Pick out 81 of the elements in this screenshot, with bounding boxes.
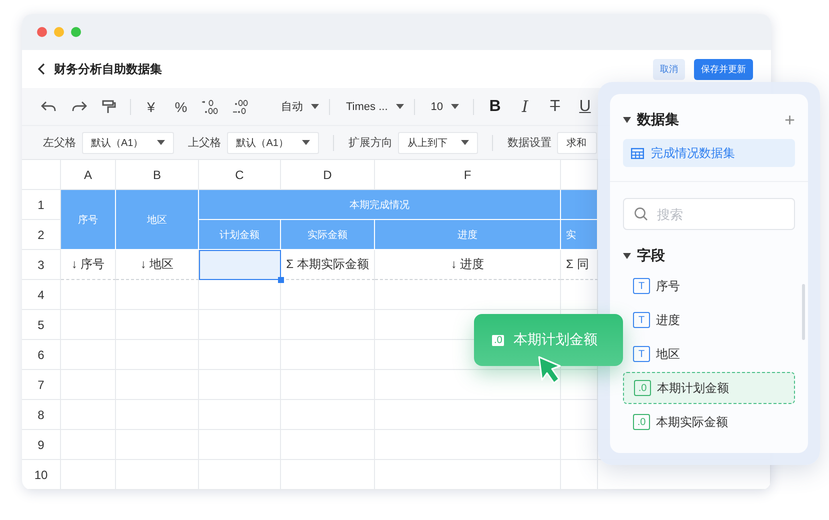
caret-icon [302, 140, 310, 145]
table-header-cell: 地区 [116, 190, 199, 250]
table-header-cell: 实际金额 [281, 220, 375, 250]
page-title: 财务分析自助数据集 [54, 60, 162, 78]
collapse-caret-icon[interactable] [623, 117, 631, 123]
caret-icon [461, 140, 470, 145]
row-number: 6 [22, 340, 61, 370]
row-number: 10 [22, 460, 61, 490]
caret-icon [396, 104, 404, 109]
property-label: 上父格 [188, 136, 222, 150]
select-value: 默认（A1） [236, 136, 288, 150]
decimal-decrease-icon[interactable] [231, 98, 249, 116]
field-item[interactable]: T 进度 [623, 304, 795, 336]
property-select[interactable]: 默认（A1） [82, 132, 174, 154]
save-button[interactable]: 保存并更新 [694, 58, 753, 80]
table-header-cell: 序号 [61, 190, 116, 250]
select-value: 默认（A1） [91, 136, 144, 150]
bold-button[interactable]: B [484, 98, 506, 116]
decimal-increase-icon[interactable] [201, 98, 219, 116]
table-cell: Σ 本期实际金额 [281, 250, 375, 280]
row-number: 8 [22, 400, 61, 430]
caret-icon [311, 104, 319, 109]
row-number: 4 [22, 280, 61, 310]
table-header-cell: 计划金额 [199, 220, 281, 250]
caret-icon [157, 140, 166, 145]
caret-icon [451, 104, 460, 109]
field-type-icon: T [633, 278, 650, 294]
select-value: 自动 [281, 100, 303, 114]
property-select[interactable]: 求和 [557, 132, 598, 154]
underline-button[interactable]: U [574, 98, 596, 116]
font-select[interactable]: Times ... [340, 100, 404, 112]
percent-button[interactable]: % [171, 98, 191, 114]
table-header-cell: 本期完成情况 [199, 190, 561, 220]
property-select[interactable]: 从上到下 [398, 132, 478, 154]
table-cell: ↓ 序号 [61, 250, 116, 280]
field-item[interactable]: .0 本期计划金额 [623, 372, 795, 404]
row-number: 5 [22, 310, 61, 340]
search-icon [634, 207, 648, 221]
table-cell[interactable] [199, 250, 281, 280]
zoom-dot[interactable] [71, 27, 81, 37]
section-title: 字段 [637, 247, 665, 265]
close-dot[interactable] [37, 27, 47, 37]
field-item[interactable]: T 序号 [623, 270, 795, 302]
property-label: 数据设置 [507, 136, 552, 150]
table-header-cell: 进度 [375, 220, 561, 250]
fill-handle[interactable] [278, 277, 284, 283]
select-value: 10 [430, 100, 444, 112]
italic-button[interactable]: I [514, 97, 536, 116]
table-icon [631, 148, 644, 158]
select-value: 从上到下 [407, 136, 448, 150]
table-cell: ↓ 进度 [375, 250, 561, 280]
currency-button[interactable]: ¥ [141, 98, 161, 114]
format-select[interactable]: 自动 [275, 99, 319, 114]
row-number: 7 [22, 370, 61, 400]
table-header-cell: 实 [561, 220, 598, 250]
section-title: 数据集 [637, 111, 679, 129]
property-label: 左父格 [43, 136, 76, 150]
select-value: 求和 [566, 136, 586, 150]
select-value: Times ... [346, 100, 388, 112]
format-painter-icon[interactable] [100, 98, 118, 116]
field-type-icon: .0 [634, 380, 651, 396]
field-type-icon: T [633, 346, 650, 362]
scrollbar[interactable] [802, 284, 805, 340]
table-cell [61, 280, 116, 310]
search-field[interactable]: 搜索 [623, 198, 795, 230]
minimize-dot[interactable] [54, 27, 64, 37]
row-number: 3 [22, 250, 61, 280]
field-item[interactable]: T 地区 [623, 338, 795, 370]
row-number: 9 [22, 430, 61, 460]
strike-button[interactable]: T [544, 98, 566, 116]
field-type-icon: .0 [492, 334, 504, 346]
cancel-button[interactable]: 取消 [653, 58, 685, 80]
table-header-cell [561, 190, 598, 220]
field-type-icon: .0 [633, 414, 650, 430]
property-select[interactable]: 默认（A1） [227, 132, 320, 154]
table-cell [561, 460, 598, 490]
font-size-select[interactable]: 10 [424, 100, 460, 112]
field-item[interactable]: .0 本期实际金额 [623, 406, 795, 438]
collapse-caret-icon[interactable] [623, 253, 631, 259]
field-type-icon: T [633, 312, 650, 328]
property-label: 扩展方向 [348, 136, 392, 150]
